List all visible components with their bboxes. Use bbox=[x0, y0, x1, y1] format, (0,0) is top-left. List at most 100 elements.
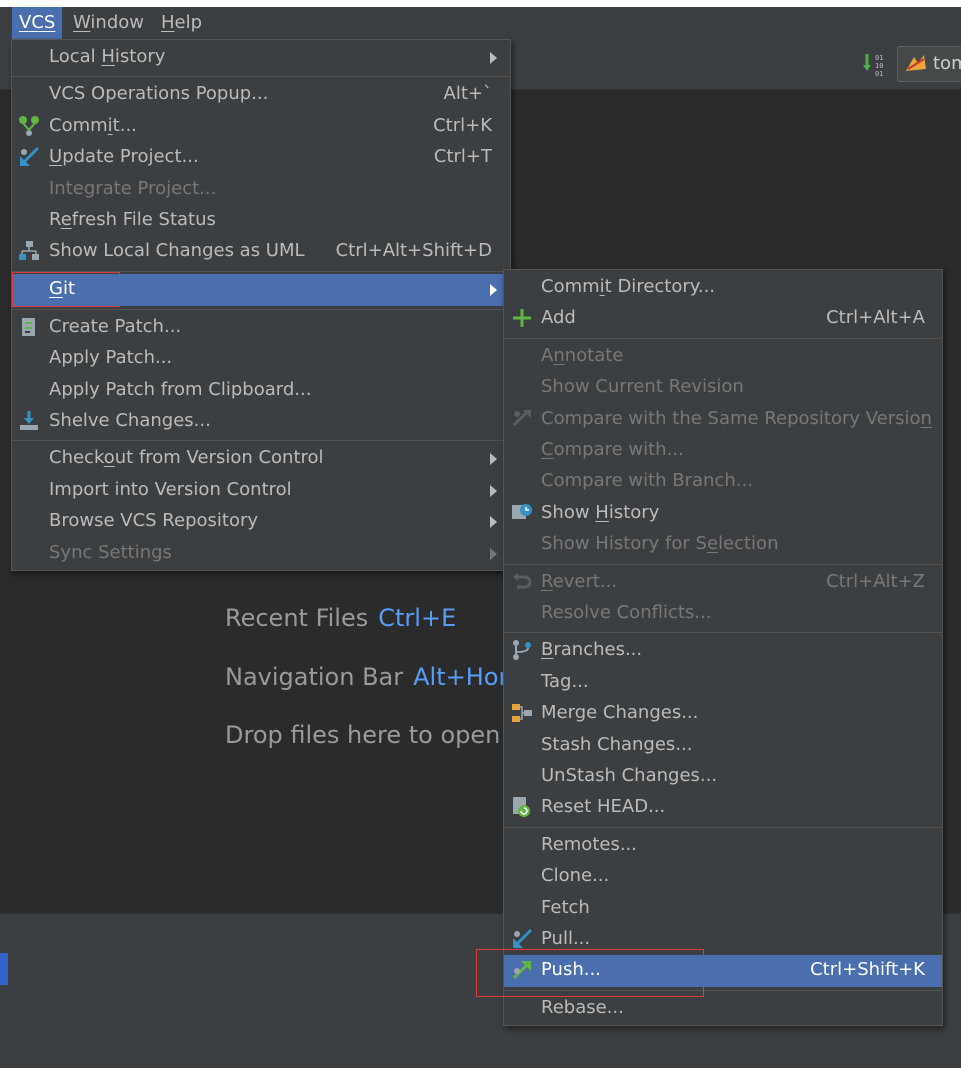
menu-item-label: Browse VCS Repository bbox=[49, 510, 259, 532]
git-menu-item-compare-with-the-same-repository-version[interactable]: Compare with the Same Repository Version bbox=[504, 404, 942, 435]
vcs-menu-item-integrate-project[interactable]: Integrate Project... bbox=[12, 174, 510, 205]
submenu-arrow-icon bbox=[490, 453, 497, 466]
menu-separator bbox=[504, 563, 942, 565]
menu-bar: VCS Window Help bbox=[0, 7, 961, 39]
vcs-menu-item-vcs-operations-popup[interactable]: VCS Operations Popup... Alt+` bbox=[12, 79, 510, 110]
menu-separator bbox=[12, 76, 510, 78]
bottom-panel-tab[interactable] bbox=[0, 953, 8, 985]
highlight-box-git bbox=[12, 272, 120, 307]
revert-icon bbox=[511, 571, 533, 593]
git-menu-item-merge-changes[interactable]: Merge Changes... bbox=[504, 698, 942, 729]
tomcat-icon bbox=[906, 55, 926, 71]
menu-item-label: Merge Changes... bbox=[541, 702, 699, 724]
git-menu-item-resolve-conflicts[interactable]: Resolve Conflicts... bbox=[504, 598, 942, 629]
git-menu-item-clone[interactable]: Clone... bbox=[504, 861, 942, 892]
menu-item-shortcut: Alt+` bbox=[443, 83, 492, 105]
menu-item-label: Revert... bbox=[541, 570, 618, 592]
vcs-menu-item-show-local-changes-as-uml[interactable]: Show Local Changes as UML Ctrl+Alt+Shift+… bbox=[12, 236, 510, 267]
vcs-menu-item-local-history[interactable]: Local History bbox=[12, 42, 510, 73]
menu-vcs[interactable]: VCS bbox=[12, 7, 63, 39]
git-menu-item-branches[interactable]: Branches... bbox=[504, 635, 942, 666]
vcs-menu-item-import-into-version-control[interactable]: Import into Version Control bbox=[12, 475, 510, 506]
menu-item-label: Refresh File Status bbox=[49, 209, 216, 230]
git-submenu: Commit Directory... Add Ctrl+Alt+A Annotate… bbox=[503, 269, 943, 1026]
menu-item-shortcut: Ctrl+T bbox=[433, 146, 492, 168]
menu-item-label: Sync Settings bbox=[49, 541, 172, 563]
menu-item-label: Checkout from Version Control bbox=[49, 447, 324, 469]
run-configuration-selector[interactable]: tom bbox=[897, 46, 961, 82]
menu-item-label: Shelve Changes... bbox=[49, 410, 211, 431]
menu-item-label: UnStash Changes... bbox=[541, 765, 718, 786]
menu-item-label: Compare with... bbox=[541, 439, 684, 460]
shelve-icon bbox=[18, 410, 40, 432]
menu-item-shortcut: Ctrl+Alt+A bbox=[826, 307, 925, 329]
menu-item-label: Show Local Changes as UML bbox=[49, 240, 305, 262]
vcs-menu-item-checkout-from-version-control[interactable]: Checkout from Version Control bbox=[12, 443, 510, 474]
git-menu-item-unstash-changes[interactable]: UnStash Changes... bbox=[504, 761, 942, 792]
menu-item-shortcut: Ctrl+Alt+Z bbox=[826, 570, 925, 592]
vcs-menu-item-browse-vcs-repository[interactable]: Browse VCS Repository bbox=[12, 506, 510, 537]
history-icon bbox=[511, 502, 533, 524]
uml-icon bbox=[18, 240, 40, 262]
menu-item-label: Show Current Revision bbox=[541, 376, 744, 398]
svg-text:10: 10 bbox=[875, 62, 883, 70]
menu-item-label: Commit... bbox=[49, 114, 137, 136]
vcs-menu-item-apply-patch[interactable]: Apply Patch... bbox=[12, 343, 510, 374]
commit-icon bbox=[18, 115, 40, 137]
git-menu-item-compare-with-branch[interactable]: Compare with Branch... bbox=[504, 466, 942, 497]
menu-item-label: Fetch bbox=[541, 896, 590, 918]
menu-item-label: Compare with Branch... bbox=[541, 470, 753, 492]
menu-item-label: Apply Patch... bbox=[49, 347, 173, 369]
git-menu-item-commit-directory[interactable]: Commit Directory... bbox=[504, 272, 942, 303]
menu-item-label: Tag... bbox=[541, 670, 589, 692]
git-menu-item-revert[interactable]: Revert... Ctrl+Alt+Z bbox=[504, 567, 942, 598]
submenu-arrow-icon bbox=[490, 547, 497, 560]
update-project-icon bbox=[18, 146, 40, 168]
git-menu-item-remotes[interactable]: Remotes... bbox=[504, 830, 942, 861]
menu-window[interactable]: Window bbox=[66, 7, 151, 39]
menu-item-label: Add bbox=[541, 307, 576, 329]
vcs-update-icon[interactable]: 01 10 01 bbox=[862, 51, 888, 77]
vcs-menu-item-commit[interactable]: Commit... Ctrl+K bbox=[12, 111, 510, 142]
menu-item-label: Apply Patch from Clipboard... bbox=[49, 378, 312, 400]
git-menu-item-tag[interactable]: Tag... bbox=[504, 667, 942, 698]
svg-text:01: 01 bbox=[875, 54, 883, 62]
git-menu-item-stash-changes[interactable]: Stash Changes... bbox=[504, 730, 942, 761]
menu-separator bbox=[504, 826, 942, 828]
menu-help[interactable]: Help bbox=[154, 7, 209, 39]
menu-item-shortcut: Ctrl+Alt+Shift+D bbox=[335, 240, 492, 262]
git-menu-item-show-history-for-selection[interactable]: Show History for Selection bbox=[504, 529, 942, 560]
svg-text:01: 01 bbox=[875, 70, 883, 77]
highlight-box-push bbox=[476, 949, 704, 997]
menu-item-label: Import into Version Control bbox=[49, 478, 292, 500]
menu-separator bbox=[504, 337, 942, 339]
branches-icon bbox=[511, 639, 533, 661]
menu-item-label: Show History for Selection bbox=[541, 533, 779, 555]
vcs-menu-item-apply-patch-from-clipboard[interactable]: Apply Patch from Clipboard... bbox=[12, 375, 510, 406]
menu-item-label: Show History bbox=[541, 501, 660, 523]
menu-item-label: Remotes... bbox=[541, 833, 637, 855]
menu-item-label: Branches... bbox=[541, 639, 643, 661]
git-menu-item-rebase[interactable]: Rebase... bbox=[504, 993, 942, 1024]
menu-item-label: Commit Directory... bbox=[541, 276, 716, 297]
vcs-menu-item-refresh-file-status[interactable]: Refresh File Status bbox=[12, 205, 510, 236]
vcs-menu-item-shelve-changes[interactable]: Shelve Changes... bbox=[12, 406, 510, 437]
git-menu-item-compare-with[interactable]: Compare with... bbox=[504, 435, 942, 466]
menu-item-label: Stash Changes... bbox=[541, 733, 693, 755]
merge-icon bbox=[511, 702, 533, 724]
vcs-menu-item-update-project[interactable]: Update Project... Ctrl+T bbox=[12, 142, 510, 173]
git-menu-item-annotate[interactable]: Annotate bbox=[504, 341, 942, 372]
menu-item-label: Resolve Conflicts... bbox=[541, 602, 712, 623]
menu-item-shortcut: Ctrl+K bbox=[433, 114, 492, 136]
vcs-menu-item-create-patch[interactable]: Create Patch... bbox=[12, 312, 510, 343]
git-menu-item-show-current-revision[interactable]: Show Current Revision bbox=[504, 372, 942, 403]
hint-navigation-bar: Navigation Bar Alt+Hon bbox=[225, 663, 514, 691]
git-menu-item-reset-head[interactable]: Reset HEAD... bbox=[504, 792, 942, 823]
git-menu-item-fetch[interactable]: Fetch bbox=[504, 893, 942, 924]
submenu-arrow-icon bbox=[490, 516, 497, 529]
window-top-edge bbox=[0, 0, 961, 7]
git-menu-item-add[interactable]: Add Ctrl+Alt+A bbox=[504, 303, 942, 334]
git-menu-item-show-history[interactable]: Show History bbox=[504, 498, 942, 529]
add-icon bbox=[511, 307, 533, 329]
vcs-menu-item-sync-settings[interactable]: Sync Settings bbox=[12, 538, 510, 569]
